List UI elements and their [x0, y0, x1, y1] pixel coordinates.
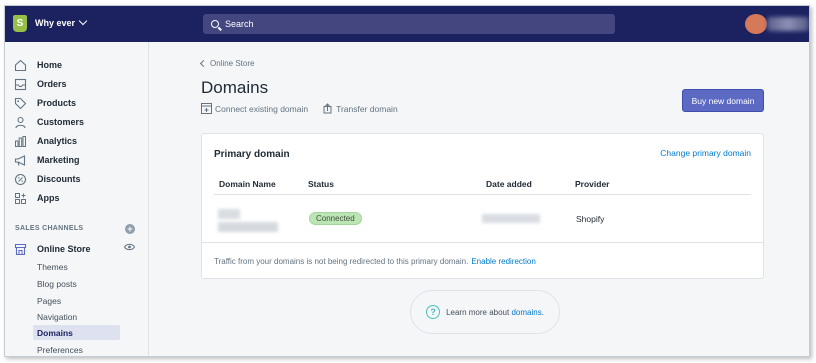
help-icon: ? [426, 305, 441, 319]
search-icon [211, 20, 219, 28]
buy-new-domain-button[interactable]: Buy new domain [682, 89, 764, 112]
transfer-label: Transfer domain [336, 103, 398, 114]
provider-value: Shopify [576, 214, 605, 224]
column-header-provider: Provider [575, 179, 610, 189]
sidebar-item-apps[interactable]: Apps [5, 189, 149, 207]
top-bar: S Why ever Search [5, 6, 809, 42]
primary-domain-card: Primary domain Change primary domain Dom… [201, 133, 764, 279]
store-icon [14, 243, 27, 256]
column-header-domain-name: Domain Name [219, 179, 276, 189]
connect-existing-domain-button[interactable]: Connect existing domain [201, 103, 308, 114]
sidebar-item-label: Products [37, 98, 77, 108]
redirect-notice-text: Traffic from your domains is not being r… [214, 256, 469, 266]
store-switcher[interactable]: Why ever [35, 16, 88, 28]
sidebar-item-analytics[interactable]: Analytics [5, 132, 149, 150]
sidebar-subitem-preferences[interactable]: Preferences [33, 342, 120, 356]
sidebar-item-orders[interactable]: Orders [5, 75, 149, 93]
sidebar-subitem-blog-posts[interactable]: Blog posts [33, 276, 120, 291]
domain-url-redacted[interactable] [218, 222, 278, 232]
sidebar-item-label: Online Store [37, 244, 91, 254]
sidebar-item-home[interactable]: Home [5, 56, 149, 74]
search-placeholder: Search [225, 19, 254, 29]
orders-icon [14, 78, 27, 91]
change-primary-domain-link[interactable]: Change primary domain [660, 148, 751, 158]
learn-more-callout: ? Learn more about domains. [410, 290, 560, 334]
redirect-notice: Traffic from your domains is not being r… [202, 242, 763, 279]
home-icon [14, 59, 27, 72]
date-added-redacted [482, 214, 540, 223]
main-content: Online Store Domains Connect existing do… [150, 42, 809, 356]
sidebar: Home Orders Products Customers Analytics… [5, 42, 149, 356]
sidebar-item-label: Orders [37, 79, 67, 89]
discount-icon [14, 173, 27, 186]
domain-name-redacted[interactable] [218, 209, 240, 219]
status-badge: Connected [309, 212, 362, 225]
sidebar-item-label: Customers [37, 117, 85, 127]
sidebar-item-discounts[interactable]: Discounts [5, 170, 149, 188]
sidebar-item-label: Discounts [37, 174, 81, 184]
eye-icon[interactable] [124, 243, 135, 251]
sidebar-subitem-navigation[interactable]: Navigation [33, 309, 120, 324]
bar-chart-icon [14, 135, 27, 148]
learn-more-prefix: Learn more about [446, 307, 510, 317]
sales-channels-heading: SALES CHANNELS [15, 225, 84, 232]
sidebar-subitem-themes[interactable]: Themes [33, 259, 120, 274]
chevron-down-icon [78, 16, 88, 26]
sidebar-item-label: Apps [37, 193, 60, 203]
secondary-actions: Connect existing domain Transfer domain [201, 103, 398, 114]
store-name: Why ever [35, 18, 76, 28]
app-window: S Why ever Search Home Orders Products C… [4, 5, 810, 357]
apps-icon [14, 192, 27, 205]
sidebar-item-marketing[interactable]: Marketing [5, 151, 149, 169]
breadcrumb-label: Online Store [210, 59, 255, 68]
column-header-date-added: Date added [486, 179, 532, 189]
person-icon [14, 116, 27, 129]
sidebar-item-products[interactable]: Products [5, 94, 149, 112]
connect-icon [201, 103, 212, 114]
domains-help-link[interactable]: domains [511, 308, 541, 317]
page-title: Domains [201, 78, 269, 97]
avatar[interactable] [745, 14, 767, 34]
learn-more-text: Learn more about domains. [446, 308, 544, 317]
divider [214, 194, 751, 195]
sidebar-item-label: Marketing [37, 155, 80, 165]
card-title: Primary domain [214, 149, 290, 160]
transfer-icon [323, 103, 332, 114]
sidebar-subitem-domains[interactable]: Domains [33, 325, 120, 340]
learn-more-suffix: . [541, 307, 544, 317]
sidebar-item-label: Home [37, 60, 63, 70]
tag-icon [14, 97, 27, 110]
chevron-left-icon [199, 59, 208, 68]
megaphone-icon [14, 154, 27, 167]
transfer-domain-button[interactable]: Transfer domain [322, 103, 398, 114]
connect-label: Connect existing domain [215, 103, 309, 114]
account-name-redacted[interactable] [767, 17, 809, 31]
sidebar-item-label: Analytics [37, 136, 78, 146]
column-header-status: Status [308, 179, 334, 189]
sidebar-item-customers[interactable]: Customers [5, 113, 149, 131]
add-channel-icon[interactable]: + [125, 224, 135, 234]
enable-redirection-link[interactable]: Enable redirection [471, 257, 535, 266]
shopify-logo-icon[interactable]: S [13, 15, 27, 32]
search-bar[interactable]: Search [203, 14, 615, 34]
sidebar-subitem-pages[interactable]: Pages [33, 293, 120, 308]
breadcrumb[interactable]: Online Store [199, 59, 255, 68]
